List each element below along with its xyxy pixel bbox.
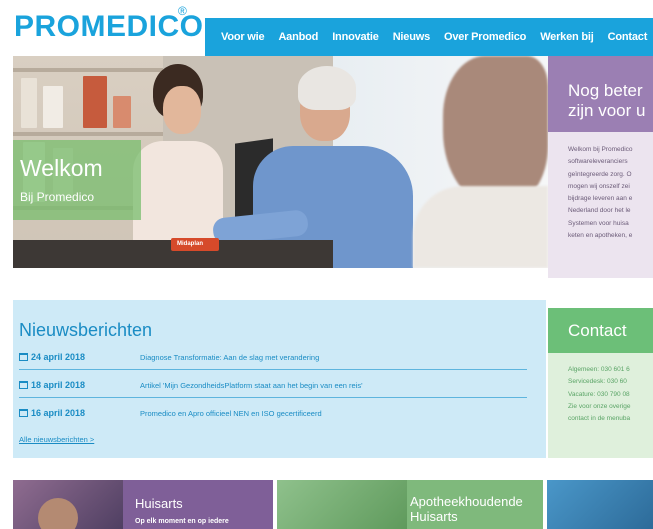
nav-nieuws[interactable]: Nieuws: [393, 31, 431, 43]
foreground-person: [443, 56, 548, 206]
tile-photo: [547, 480, 653, 529]
promedico-logo[interactable]: PROMEDICO: [14, 10, 204, 44]
tile-title: Huisarts: [135, 496, 183, 511]
tile-huisarts[interactable]: Huisarts Op elk moment en op iedere: [13, 480, 273, 529]
contact-line[interactable]: Algemeen: 030 601 6: [568, 364, 631, 376]
tile-title: Apotheekhoudende Huisarts: [410, 494, 523, 524]
nav-innovatie[interactable]: Innovatie: [332, 31, 379, 43]
tile-apotheekhoudende-huisarts[interactable]: Apotheekhoudende Huisarts: [277, 480, 543, 529]
medication-box: Midaplan: [171, 238, 219, 251]
intro-text-line: geïntegreerde zorg. O: [568, 170, 632, 178]
contact-line: contact in de menuba: [568, 415, 631, 423]
contact-header: Contact: [548, 308, 653, 353]
news-item[interactable]: 18 april 2018 Artikel 'Mijn GezondheidsP…: [19, 376, 527, 398]
tile-title-line: Apotheekhoudende: [410, 494, 523, 509]
news-link[interactable]: Artikel 'Mijn GezondheidsPlatform staat …: [140, 381, 363, 390]
news-date: 24 april 2018: [19, 352, 85, 362]
news-date-text: 18 april 2018: [31, 380, 86, 390]
tile-photo: [277, 480, 407, 529]
product-box: [21, 78, 37, 128]
intro-text-line: bijdrage leveren aan e: [568, 195, 633, 203]
tile-third[interactable]: [547, 480, 653, 529]
intro-text-line: keten en apotheken, e: [568, 232, 633, 240]
intro-panel: Nog beter zijn voor u Welkom bij Promedi…: [548, 56, 653, 278]
news-section: Nieuwsberichten 24 april 2018 Diagnose T…: [13, 300, 546, 458]
news-date-text: 16 april 2018: [31, 408, 86, 418]
contact-title: Contact: [568, 321, 627, 340]
tile-title-line: Huisarts: [410, 509, 458, 524]
news-item[interactable]: 16 april 2018 Promedico en Apro officiee…: [19, 404, 527, 426]
hero-subtitle: Bij Promedico: [20, 190, 95, 204]
news-item[interactable]: 24 april 2018 Diagnose Transformatie: Aa…: [19, 348, 527, 370]
intro-title-line: Nog beter: [568, 81, 643, 100]
contact-line[interactable]: Servicedesk: 030 60: [568, 376, 631, 388]
nav-werken-bij[interactable]: Werken bij: [540, 31, 594, 43]
intro-text-line: mogen wij onszelf zei: [568, 182, 630, 190]
product-box: [83, 76, 107, 128]
news-date: 18 april 2018: [19, 380, 85, 390]
foreground-shoulder: [413, 186, 548, 268]
intro-text-line: Systemen voor huisa: [568, 219, 629, 227]
calendar-icon: [19, 353, 28, 361]
contact-panel: Contact Algemeen: 030 601 6 Servicedesk:…: [548, 308, 653, 458]
medication-label: Midaplan: [177, 241, 204, 247]
hero-title: Welkom: [20, 155, 103, 181]
customer-hair: [298, 66, 356, 110]
intro-title-line: zijn voor u: [568, 101, 646, 120]
contact-details: Algemeen: 030 601 6 Servicedesk: 030 60 …: [568, 364, 631, 425]
doctor-face: [38, 498, 78, 529]
news-title: Nieuwsberichten: [19, 320, 153, 340]
news-date-text: 24 april 2018: [31, 352, 86, 362]
registered-mark: ®: [178, 4, 187, 18]
calendar-icon: [19, 409, 28, 417]
intro-text-line: softwareleveranciers: [568, 158, 628, 166]
nav-over-promedico[interactable]: Over Promedico: [444, 31, 526, 43]
shelf-divider: [13, 132, 163, 136]
shelf-divider: [13, 68, 163, 72]
tile-photo: [13, 480, 123, 529]
nav-aanbod[interactable]: Aanbod: [278, 31, 318, 43]
all-news-link[interactable]: Alle nieuwsberichten >: [19, 435, 94, 444]
calendar-icon: [19, 381, 28, 389]
product-box: [113, 96, 131, 128]
pharmacist-face: [163, 86, 201, 134]
tile-subtitle: Op elk moment en op iedere: [135, 518, 229, 525]
product-box: [43, 86, 63, 128]
intro-title: Nog beter zijn voor u: [568, 81, 653, 121]
nav-contact[interactable]: Contact: [608, 31, 648, 43]
intro-text: Welkom bij Promedico softwareleverancier…: [568, 144, 633, 242]
nav-voor-wie[interactable]: Voor wie: [221, 31, 265, 43]
site-header: PROMEDICO ® Voor wie Aanbod Innovatie Ni…: [0, 0, 653, 56]
contact-line: Zie voor onze overige: [568, 402, 631, 410]
main-nav: Voor wie Aanbod Innovatie Nieuws Over Pr…: [205, 18, 653, 56]
intro-text-line: Welkom bij Promedico: [568, 146, 633, 153]
news-date: 16 april 2018: [19, 408, 85, 418]
intro-text-line: Nederland door het le: [568, 207, 631, 215]
news-link[interactable]: Promedico en Apro officieel NEN en ISO g…: [140, 409, 322, 418]
intro-header: Nog beter zijn voor u: [548, 56, 653, 132]
news-link[interactable]: Diagnose Transformatie: Aan de slag met …: [140, 353, 319, 362]
contact-line[interactable]: Vacature: 030 790 08: [568, 389, 631, 401]
